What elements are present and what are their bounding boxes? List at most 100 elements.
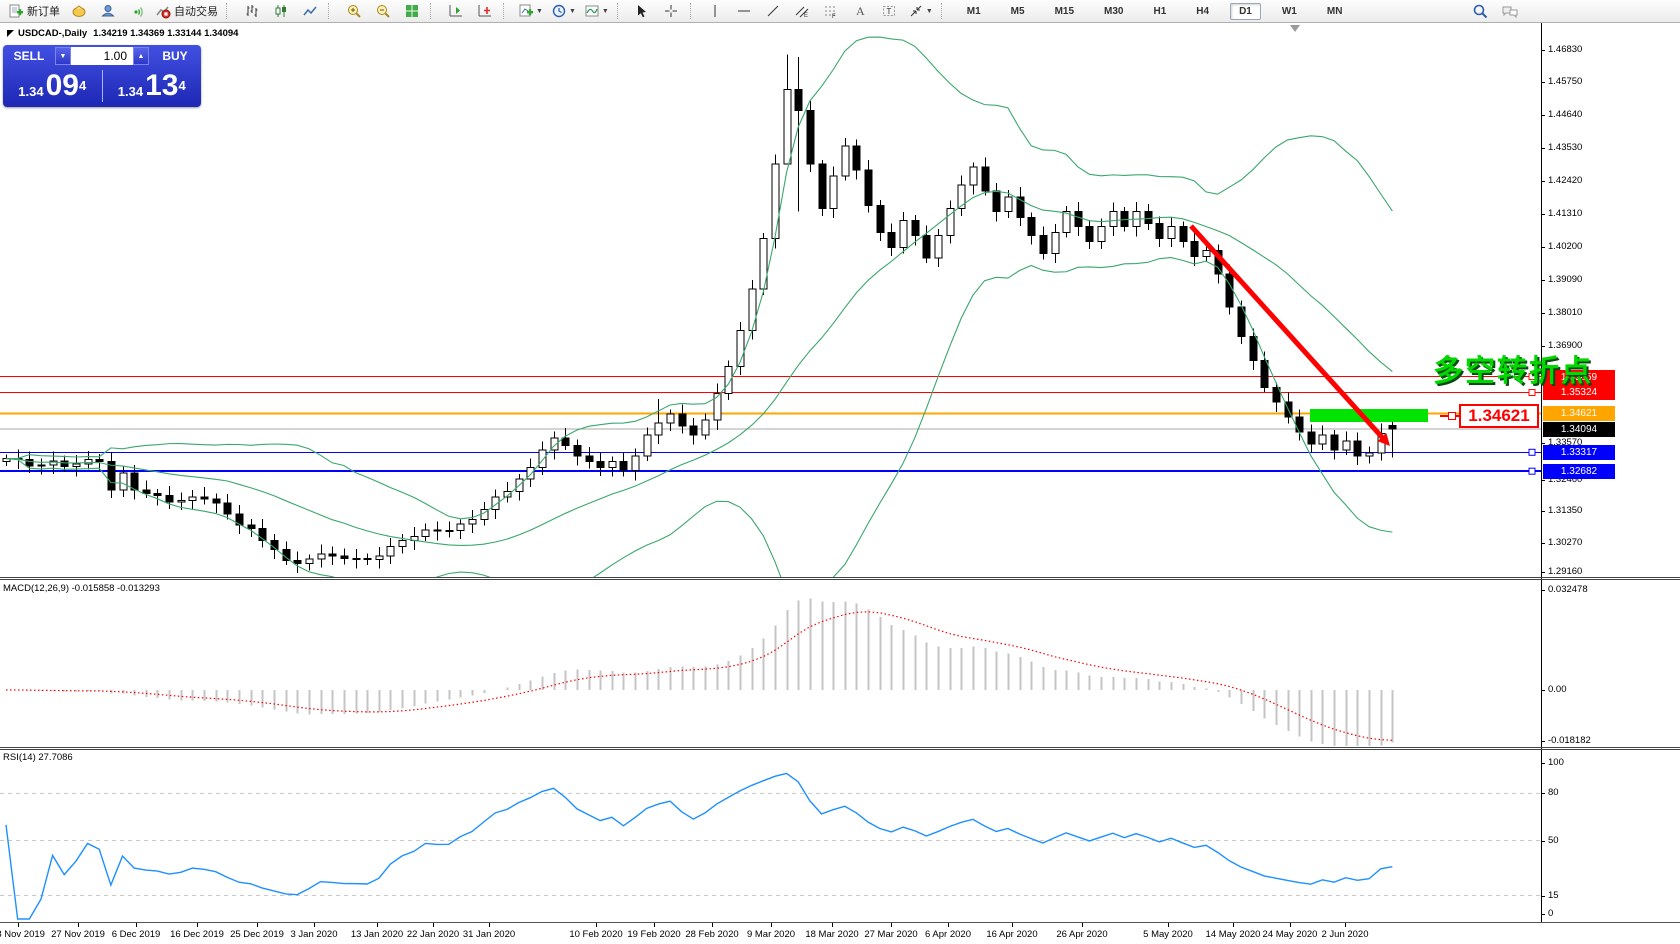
trendline-icon bbox=[765, 3, 781, 19]
ask-price-big: 13 bbox=[145, 69, 178, 103]
auto-scroll-icon bbox=[477, 3, 493, 19]
sell-button[interactable]: SELL bbox=[3, 45, 55, 67]
ask-price-sup: 4 bbox=[178, 78, 185, 94]
dropdown-caret-icon: ▼ bbox=[602, 8, 609, 15]
timeframe-h4-button[interactable]: H4 bbox=[1187, 3, 1218, 20]
candlestick-mode-button[interactable] bbox=[267, 1, 294, 22]
toolbar-separator bbox=[690, 3, 698, 19]
new-chart-icon bbox=[518, 3, 534, 19]
crosshair-icon bbox=[663, 3, 679, 19]
indicators-button[interactable]: ▼ bbox=[581, 1, 612, 22]
line-anchor-handle[interactable] bbox=[1529, 468, 1535, 474]
crosshair-tool-button[interactable] bbox=[658, 1, 685, 22]
buy-button[interactable]: BUY bbox=[149, 45, 201, 67]
bollinger-upper bbox=[6, 37, 1392, 519]
text-tool-button[interactable]: A bbox=[847, 1, 874, 22]
chart-shift-marker[interactable] bbox=[1290, 25, 1300, 32]
community-button[interactable] bbox=[94, 1, 121, 22]
zoom-in-button[interactable] bbox=[340, 1, 367, 22]
zoom-in-icon bbox=[346, 3, 362, 19]
timeframe-mn-button[interactable]: MN bbox=[1318, 3, 1352, 20]
tile-windows-button[interactable] bbox=[398, 1, 425, 22]
vertical-line-tool-button[interactable] bbox=[702, 1, 729, 22]
new-order-label: 新订单 bbox=[27, 3, 60, 19]
bid-price[interactable]: 1.34 09 4 bbox=[3, 67, 102, 105]
bid-price-small: 1.34 bbox=[18, 84, 43, 99]
vertical-line-icon bbox=[707, 3, 723, 19]
callout-anchor-handle[interactable] bbox=[1448, 412, 1456, 420]
horizontal-line-tool-button[interactable] bbox=[731, 1, 758, 22]
cursor-tool-button[interactable] bbox=[629, 1, 656, 22]
turning-point-label[interactable]: 多空转折点 bbox=[1433, 346, 1593, 390]
text-label-tool-button[interactable]: T bbox=[876, 1, 903, 22]
toolbar-separator bbox=[226, 3, 234, 19]
chart-frame bbox=[0, 23, 1680, 927]
fibonacci-tool-button[interactable]: F bbox=[818, 1, 845, 22]
svg-text:E: E bbox=[804, 13, 808, 19]
timeframe-m30-button[interactable]: M30 bbox=[1095, 3, 1132, 20]
chat-button[interactable] bbox=[1496, 1, 1523, 22]
horizontal-line-icon bbox=[736, 3, 752, 19]
period-clock-button[interactable]: ▼ bbox=[548, 1, 579, 22]
line-chart-mode-button[interactable] bbox=[296, 1, 323, 22]
wallet-button[interactable] bbox=[65, 1, 92, 22]
line-chart-icon bbox=[302, 3, 318, 19]
channel-tool-button[interactable]: E bbox=[789, 1, 816, 22]
svg-text:A: A bbox=[856, 4, 865, 18]
toolbar: 新订单 自动交易 ▼ ▼ ▼ E F A T ▼ bbox=[0, 0, 1680, 23]
zoom-out-button[interactable] bbox=[369, 1, 396, 22]
dropdown-caret-icon: ▼ bbox=[926, 8, 933, 15]
timeframe-m1-button[interactable]: M1 bbox=[958, 3, 990, 20]
bar-chart-icon bbox=[244, 3, 260, 19]
price-lines-layer bbox=[0, 377, 1541, 472]
macd-signal-line bbox=[6, 612, 1392, 741]
timeframe-w1-button[interactable]: W1 bbox=[1273, 3, 1306, 20]
timeframe-m15-button[interactable]: M15 bbox=[1046, 3, 1083, 20]
chart-canvas[interactable] bbox=[0, 0, 1680, 944]
toolbar-right-group bbox=[1466, 1, 1524, 22]
signals-icon bbox=[129, 3, 145, 19]
trendline-tool-button[interactable] bbox=[760, 1, 787, 22]
bollinger-layer bbox=[6, 37, 1392, 604]
dropdown-caret-icon: ▼ bbox=[569, 8, 576, 15]
text-label-icon: T bbox=[881, 3, 897, 19]
rsi-layer bbox=[0, 773, 1541, 919]
autotrading-label: 自动交易 bbox=[174, 3, 218, 19]
volume-increase-stepper[interactable]: ▲ bbox=[133, 47, 149, 65]
new-chart-button[interactable]: ▼ bbox=[515, 1, 546, 22]
wallet-icon bbox=[71, 3, 87, 19]
chart-title: USDCAD-,Daily 1.34219 1.34369 1.33144 1.… bbox=[7, 28, 238, 39]
symbol-triangle-icon bbox=[7, 30, 14, 37]
timeframe-m5-button[interactable]: M5 bbox=[1002, 3, 1034, 20]
line-anchor-handle[interactable] bbox=[1529, 390, 1535, 396]
dropdown-caret-icon: ▼ bbox=[536, 8, 543, 15]
timeframe-toolbar: M1 M5 M15 M30 H1 H4 D1 W1 MN bbox=[952, 3, 1358, 20]
auto-scroll-button[interactable] bbox=[471, 1, 498, 22]
community-icon bbox=[100, 3, 116, 19]
bollinger-middle bbox=[6, 191, 1392, 545]
autotrading-icon bbox=[155, 3, 171, 19]
new-order-button[interactable]: 新订单 bbox=[5, 1, 63, 22]
volume-input[interactable]: 1.00 bbox=[71, 47, 133, 65]
arrows-tool-button[interactable]: ▼ bbox=[905, 1, 936, 22]
ask-price[interactable]: 1.34 13 4 bbox=[103, 67, 202, 105]
line-anchor-handle[interactable] bbox=[1529, 449, 1535, 455]
signals-button[interactable] bbox=[123, 1, 150, 22]
volume-decrease-stepper[interactable]: ▼ bbox=[55, 47, 71, 65]
new-order-icon bbox=[8, 3, 24, 19]
search-icon bbox=[1472, 3, 1489, 20]
channel-icon: E bbox=[794, 3, 810, 19]
timeframe-d1-button[interactable]: D1 bbox=[1230, 3, 1261, 20]
search-button[interactable] bbox=[1467, 1, 1494, 22]
toolbar-separator bbox=[503, 3, 511, 19]
scroll-to-end-icon bbox=[448, 3, 464, 19]
timeframe-h1-button[interactable]: H1 bbox=[1144, 3, 1175, 20]
macd-layer bbox=[6, 598, 1393, 748]
bar-chart-mode-button[interactable] bbox=[238, 1, 265, 22]
cursor-icon bbox=[634, 3, 650, 19]
toolbar-separator bbox=[430, 3, 438, 19]
price-callout[interactable]: 1.34621 bbox=[1459, 404, 1539, 428]
scroll-to-end-button[interactable] bbox=[442, 1, 469, 22]
autotrading-button[interactable]: 自动交易 bbox=[152, 1, 221, 22]
clock-icon bbox=[551, 3, 567, 19]
